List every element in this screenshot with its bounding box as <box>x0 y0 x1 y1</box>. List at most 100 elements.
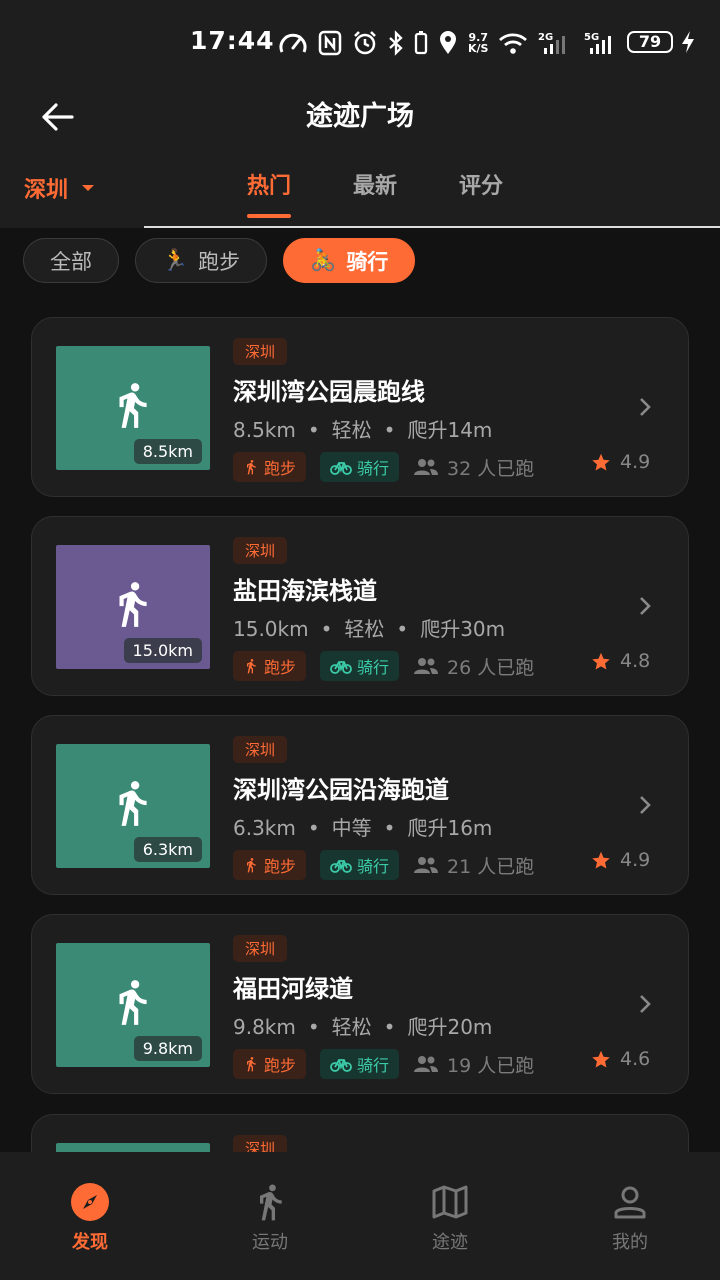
tab-rating[interactable]: 评分 <box>459 170 503 204</box>
route-card[interactable]: 15.0km 深圳 盐田海滨栈道 15.0km • 轻松 • 爬升30m 跑步 骑行 2… <box>31 516 689 696</box>
route-tags: 跑步 骑行 32 人已跑 <box>233 452 534 482</box>
ride-tag: 骑行 <box>320 850 400 880</box>
net-speed: 9.7 K/S <box>468 31 489 55</box>
run-tag: 跑步 <box>233 850 307 880</box>
bicycle-icon <box>330 1059 352 1072</box>
filter-all[interactable]: 全部 <box>23 238 119 283</box>
tab-latest[interactable]: 最新 <box>353 170 397 204</box>
city-tag: 深圳 <box>233 935 288 962</box>
route-thumbnail: 6.3km <box>56 744 210 868</box>
city-label: 深圳 <box>24 178 69 203</box>
bluetooth-icon <box>389 30 403 56</box>
participants: 32 人已跑 <box>413 454 534 481</box>
route-thumbnail: 15.0km <box>56 545 210 669</box>
signal-2g-icon: 2G <box>538 32 566 54</box>
route-meta: 15.0km • 轻松 • 爬升30m <box>233 617 506 641</box>
filter-running[interactable]: 🏃 跑步 <box>135 238 268 283</box>
route-tags: 跑步 骑行 26 人已跑 <box>233 651 534 681</box>
route-thumbnail: 8.5km <box>56 346 210 470</box>
page-title: 途迹广场 <box>306 101 414 132</box>
people-icon <box>414 857 439 873</box>
route-tags: 跑步 骑行 19 人已跑 <box>233 1049 534 1079</box>
running-emoji-icon: 🏃 <box>162 248 189 272</box>
chevron-right-icon <box>640 995 651 1013</box>
route-tags: 跑步 骑行 21 人已跑 <box>233 850 534 880</box>
battery-saver-icon <box>414 31 428 55</box>
participants: 26 人已跑 <box>413 653 534 680</box>
route-title: 深圳湾公园沿海跑道 <box>233 776 449 804</box>
status-bar: 17:44 9.7 K/S 2G 5G 79 <box>0 0 720 84</box>
tab-bar: 热门 最新 评分 <box>247 170 503 218</box>
location-icon <box>440 31 456 54</box>
star-icon <box>592 453 610 471</box>
star-icon <box>592 1050 610 1068</box>
running-icon <box>119 582 147 627</box>
run-tag: 跑步 <box>233 452 307 482</box>
run-tag: 跑步 <box>233 651 307 681</box>
status-time: 17:44 <box>190 26 275 55</box>
caret-down-icon <box>82 185 95 191</box>
city-tag: 深圳 <box>233 338 288 365</box>
status-icons: 9.7 K/S 2G 5G <box>278 28 620 58</box>
ride-tag: 骑行 <box>320 1049 400 1079</box>
chevron-right-icon <box>640 597 651 615</box>
route-title: 福田河绿道 <box>233 975 353 1003</box>
nav-discover[interactable]: 发现 <box>0 1152 180 1280</box>
route-meta: 6.3km • 中等 • 爬升16m <box>233 816 493 840</box>
city-selector[interactable]: 深圳 <box>24 172 96 204</box>
distance-label: 15.0km <box>123 638 202 663</box>
nav-sport[interactable]: 运动 <box>180 1152 360 1280</box>
participants: 21 人已跑 <box>413 852 534 879</box>
nav-tracks[interactable]: 途迹 <box>360 1152 540 1280</box>
person-icon <box>614 1186 646 1219</box>
running-icon <box>247 1057 256 1072</box>
ride-tag: 骑行 <box>320 452 400 482</box>
route-card[interactable]: 8.5km 深圳 深圳湾公园晨跑线 8.5km • 轻松 • 爬升14m 跑步 骑行 3… <box>31 317 689 497</box>
rating: 4.9 <box>590 849 650 871</box>
city-tag: 深圳 <box>233 736 288 763</box>
run-tag: 跑步 <box>233 1049 307 1079</box>
nav-profile[interactable]: 我的 <box>540 1152 720 1280</box>
route-title: 盐田海滨栈道 <box>233 577 377 605</box>
filter-chips: 全部 🏃 跑步 🚴 骑行 <box>23 238 416 283</box>
participants: 19 人已跑 <box>413 1051 534 1078</box>
city-tag: 深圳 <box>233 537 288 564</box>
running-icon <box>119 980 147 1025</box>
tab-hot[interactable]: 热门 <box>247 170 292 218</box>
running-icon <box>119 781 147 826</box>
running-icon <box>247 460 256 475</box>
ride-tag: 骑行 <box>320 651 400 681</box>
svg-text:2G: 2G <box>538 32 553 43</box>
nfc-icon <box>318 30 342 56</box>
chevron-right-icon <box>640 398 651 416</box>
tab-divider <box>144 226 720 228</box>
people-icon <box>414 459 439 475</box>
battery-indicator: 79 <box>627 31 673 53</box>
running-icon <box>119 383 147 428</box>
running-icon <box>247 659 256 674</box>
rating: 4.9 <box>590 451 650 473</box>
bottom-nav: 发现 运动 途迹 我的 <box>0 1152 720 1280</box>
map-icon <box>432 1185 468 1219</box>
route-card[interactable]: 6.3km 深圳 深圳湾公园沿海跑道 6.3km • 中等 • 爬升16m 跑步 骑行 … <box>31 715 689 895</box>
distance-label: 6.3km <box>133 837 202 862</box>
route-meta: 8.5km • 轻松 • 爬升14m <box>233 418 493 442</box>
star-icon <box>592 652 610 670</box>
people-icon <box>414 1056 439 1072</box>
speedometer-icon <box>279 33 307 53</box>
charging-icon <box>682 31 694 53</box>
route-thumbnail: 9.8km <box>56 943 210 1067</box>
wifi-icon <box>499 33 528 54</box>
signal-5g-icon: 5G <box>584 32 612 54</box>
route-card[interactable]: 9.8km 深圳 福田河绿道 9.8km • 轻松 • 爬升20m 跑步 骑行 19 人… <box>31 914 689 1094</box>
chevron-right-icon <box>640 796 651 814</box>
alarm-icon <box>354 31 376 55</box>
running-icon <box>247 858 256 873</box>
distance-label: 8.5km <box>133 439 202 464</box>
distance-label: 9.8km <box>133 1036 202 1061</box>
bicycle-icon <box>330 661 352 674</box>
rating: 4.8 <box>590 650 650 672</box>
running-icon <box>260 1184 282 1221</box>
filter-cycling[interactable]: 🚴 骑行 <box>283 238 416 283</box>
rating: 4.6 <box>590 1048 650 1070</box>
